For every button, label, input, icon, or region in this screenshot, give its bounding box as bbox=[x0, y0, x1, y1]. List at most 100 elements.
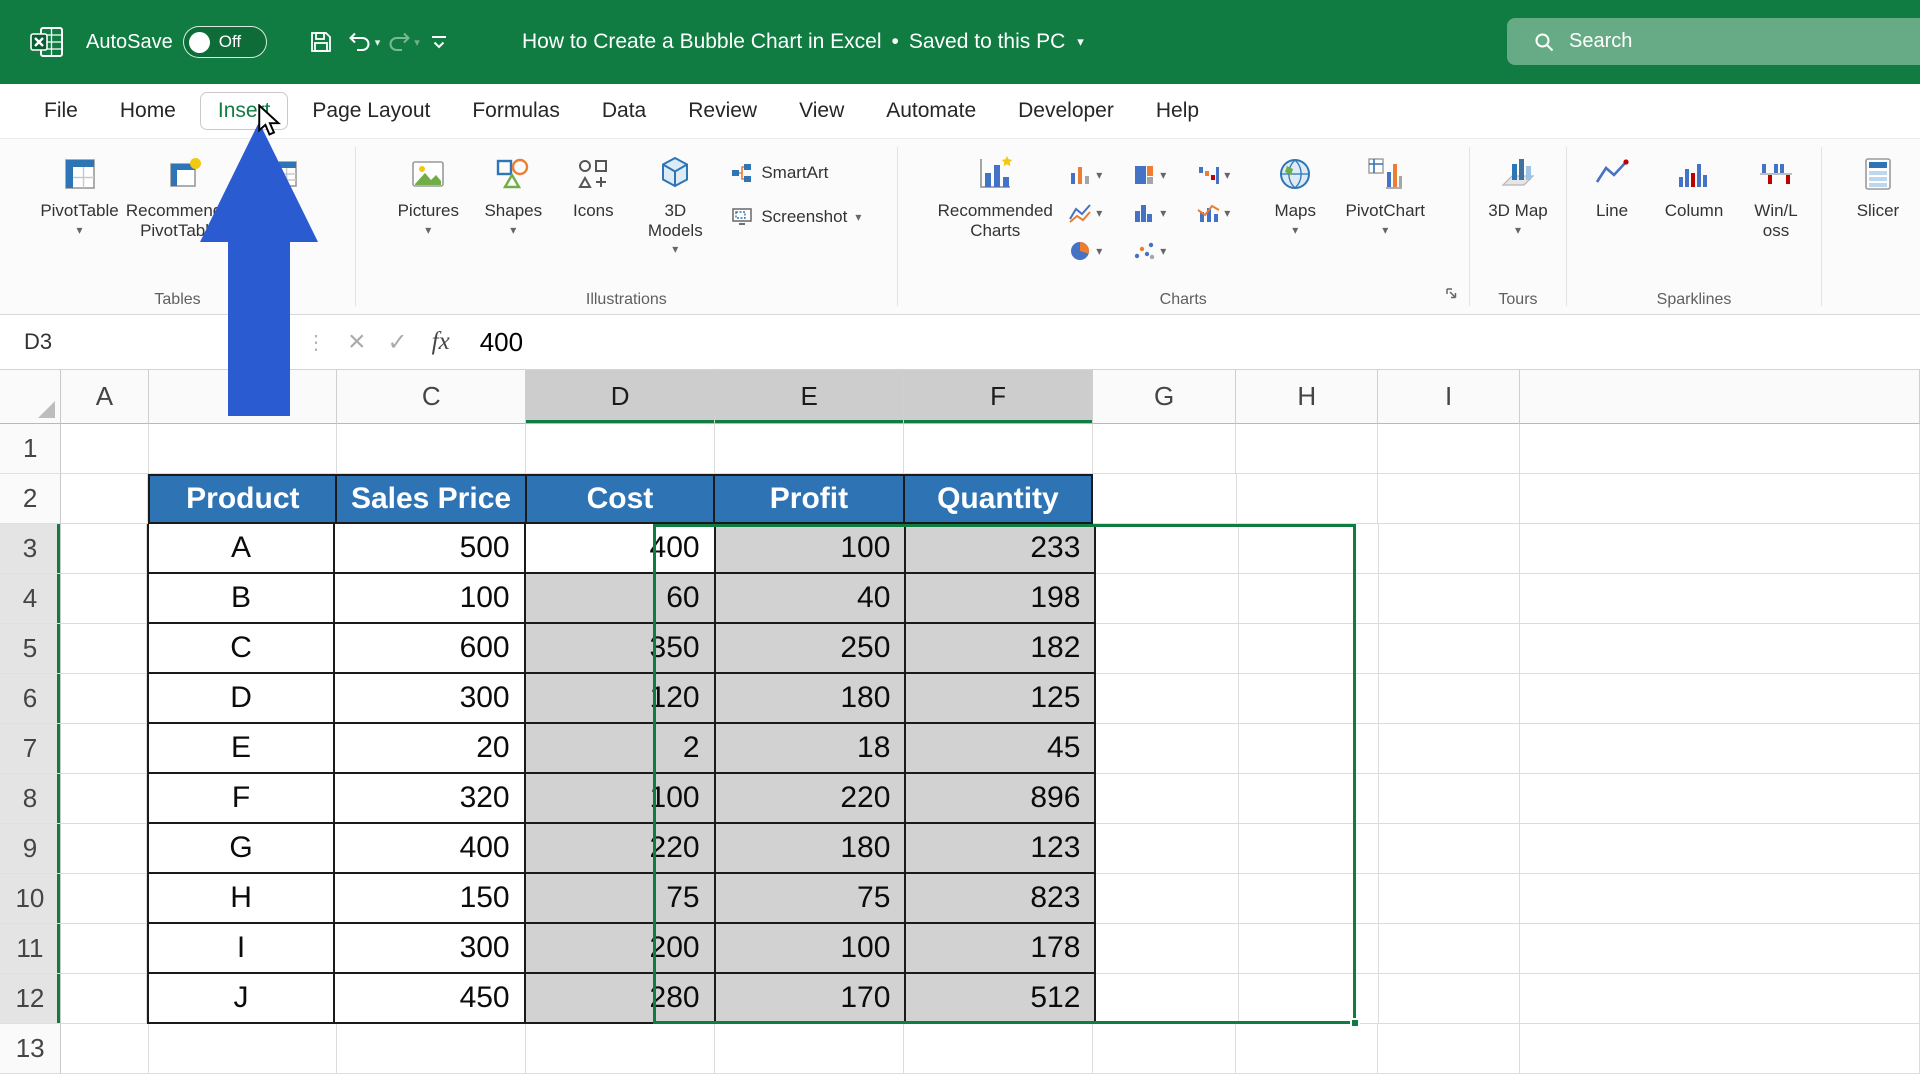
cell-F13[interactable] bbox=[904, 1024, 1093, 1074]
column-chart-button[interactable]: ▾ bbox=[1063, 161, 1127, 189]
tab-formulas[interactable]: Formulas bbox=[454, 92, 578, 130]
cell-G3[interactable] bbox=[1096, 524, 1238, 574]
cell-F6[interactable]: 125 bbox=[906, 674, 1096, 724]
tab-help[interactable]: Help bbox=[1138, 92, 1217, 130]
cell-D11[interactable]: 200 bbox=[526, 924, 716, 974]
cell-D10[interactable]: 75 bbox=[526, 874, 716, 924]
row-header-13[interactable]: 13 bbox=[0, 1024, 61, 1074]
cell-C1[interactable] bbox=[337, 424, 526, 474]
cell-A6[interactable] bbox=[61, 674, 147, 724]
cell-A4[interactable] bbox=[61, 574, 147, 624]
icons-button[interactable]: Icons bbox=[553, 146, 633, 225]
redo-button[interactable] bbox=[384, 22, 414, 62]
slicer-button[interactable]: Slicer bbox=[1836, 146, 1920, 225]
cell-E10[interactable]: 75 bbox=[716, 874, 907, 924]
cell-G10[interactable] bbox=[1096, 874, 1238, 924]
cell-A12[interactable] bbox=[61, 974, 147, 1024]
shapes-button[interactable]: Shapes ▾ bbox=[473, 146, 553, 241]
tab-automate[interactable]: Automate bbox=[868, 92, 994, 130]
row-header-11[interactable]: 11 bbox=[0, 924, 61, 974]
cell-C10[interactable]: 150 bbox=[335, 874, 526, 924]
waterfall-chart-button[interactable]: ▾ bbox=[1191, 161, 1255, 189]
cell-B4[interactable]: B bbox=[147, 574, 335, 624]
cell-B9[interactable]: G bbox=[147, 824, 335, 874]
cell-A13[interactable] bbox=[61, 1024, 148, 1074]
cell-D8[interactable]: 100 bbox=[526, 774, 716, 824]
cell-I6[interactable] bbox=[1379, 674, 1520, 724]
cell-B5[interactable]: C bbox=[147, 624, 335, 674]
screenshot-button[interactable]: Screenshot ▾ bbox=[723, 200, 869, 234]
cell-C6[interactable]: 300 bbox=[335, 674, 526, 724]
cell-I13[interactable] bbox=[1378, 1024, 1520, 1074]
cell-E9[interactable]: 180 bbox=[716, 824, 907, 874]
column-header-C[interactable]: C bbox=[337, 370, 526, 424]
pivottable-button[interactable]: PivotTable ▾ bbox=[32, 146, 128, 241]
cell-H5[interactable] bbox=[1239, 624, 1380, 674]
tab-data[interactable]: Data bbox=[584, 92, 664, 130]
column-header-E[interactable]: E bbox=[715, 370, 904, 424]
cell-E11[interactable]: 100 bbox=[716, 924, 907, 974]
cell-G4[interactable] bbox=[1096, 574, 1238, 624]
cell-B12[interactable]: J bbox=[147, 974, 335, 1024]
cell-E8[interactable]: 220 bbox=[716, 774, 907, 824]
cell-D5[interactable]: 350 bbox=[526, 624, 716, 674]
cell-F9[interactable]: 123 bbox=[906, 824, 1096, 874]
cell-D13[interactable] bbox=[526, 1024, 715, 1074]
cell-B2[interactable]: Product bbox=[148, 474, 337, 524]
cell-C7[interactable]: 20 bbox=[335, 724, 526, 774]
cell-H8[interactable] bbox=[1239, 774, 1380, 824]
cell-F10[interactable]: 823 bbox=[906, 874, 1096, 924]
column-header-D[interactable]: D bbox=[526, 370, 715, 424]
title-chevron-icon[interactable]: ▾ bbox=[1077, 34, 1084, 50]
cell-B1[interactable] bbox=[149, 424, 338, 474]
cell-A7[interactable] bbox=[61, 724, 147, 774]
cell-G5[interactable] bbox=[1096, 624, 1238, 674]
row-header-3[interactable]: 3 bbox=[0, 524, 61, 574]
cell-I4[interactable] bbox=[1379, 574, 1520, 624]
cell-H10[interactable] bbox=[1239, 874, 1380, 924]
document-title[interactable]: How to Create a Bubble Chart in Excel • … bbox=[522, 0, 1084, 84]
cell-E12[interactable]: 170 bbox=[716, 974, 907, 1024]
cell-F5[interactable]: 182 bbox=[906, 624, 1096, 674]
select-all-corner[interactable] bbox=[0, 370, 61, 424]
cell-A10[interactable] bbox=[61, 874, 147, 924]
cell-H9[interactable] bbox=[1239, 824, 1380, 874]
cell-H2[interactable] bbox=[1237, 474, 1379, 524]
cell-E1[interactable] bbox=[715, 424, 904, 474]
excel-app-icon[interactable] bbox=[28, 23, 66, 61]
cell-I12[interactable] bbox=[1379, 974, 1520, 1024]
cell-E13[interactable] bbox=[715, 1024, 904, 1074]
cell-B10[interactable]: H bbox=[147, 874, 335, 924]
cell-H6[interactable] bbox=[1239, 674, 1380, 724]
undo-dropdown-icon[interactable]: ▾ bbox=[375, 36, 381, 49]
cell-E3[interactable]: 100 bbox=[716, 524, 907, 574]
row-header-6[interactable]: 6 bbox=[0, 674, 61, 724]
pie-chart-button[interactable]: ▾ bbox=[1063, 237, 1127, 265]
cell-B13[interactable] bbox=[149, 1024, 338, 1074]
tab-developer[interactable]: Developer bbox=[1000, 92, 1132, 130]
cell-D4[interactable]: 60 bbox=[526, 574, 716, 624]
cell-D1[interactable] bbox=[526, 424, 715, 474]
3d-map-button[interactable]: 3D Map ▾ bbox=[1476, 146, 1560, 241]
cell-F8[interactable]: 896 bbox=[906, 774, 1096, 824]
cell-E6[interactable]: 180 bbox=[716, 674, 907, 724]
cell-F7[interactable]: 45 bbox=[906, 724, 1096, 774]
autosave-control[interactable]: AutoSave Off bbox=[86, 26, 267, 58]
line-chart-button[interactable]: ▾ bbox=[1063, 199, 1127, 227]
search-box[interactable]: Search bbox=[1507, 18, 1920, 65]
cell-B6[interactable]: D bbox=[147, 674, 335, 724]
row-header-4[interactable]: 4 bbox=[0, 574, 61, 624]
cell-F12[interactable]: 512 bbox=[906, 974, 1096, 1024]
autosave-toggle[interactable]: Off bbox=[183, 26, 267, 58]
column-header-H[interactable]: H bbox=[1236, 370, 1378, 424]
tab-home[interactable]: Home bbox=[102, 92, 194, 130]
tab-file[interactable]: File bbox=[26, 92, 96, 130]
cell-G8[interactable] bbox=[1096, 774, 1238, 824]
scatter-chart-button[interactable]: ▾ bbox=[1127, 237, 1191, 265]
cell-C8[interactable]: 320 bbox=[335, 774, 526, 824]
cell-I5[interactable] bbox=[1379, 624, 1520, 674]
insert-function-icon[interactable]: fx bbox=[432, 328, 450, 356]
column-header-G[interactable]: G bbox=[1093, 370, 1236, 424]
tab-review[interactable]: Review bbox=[670, 92, 775, 130]
sparkline-column-button[interactable]: Column bbox=[1652, 146, 1736, 225]
